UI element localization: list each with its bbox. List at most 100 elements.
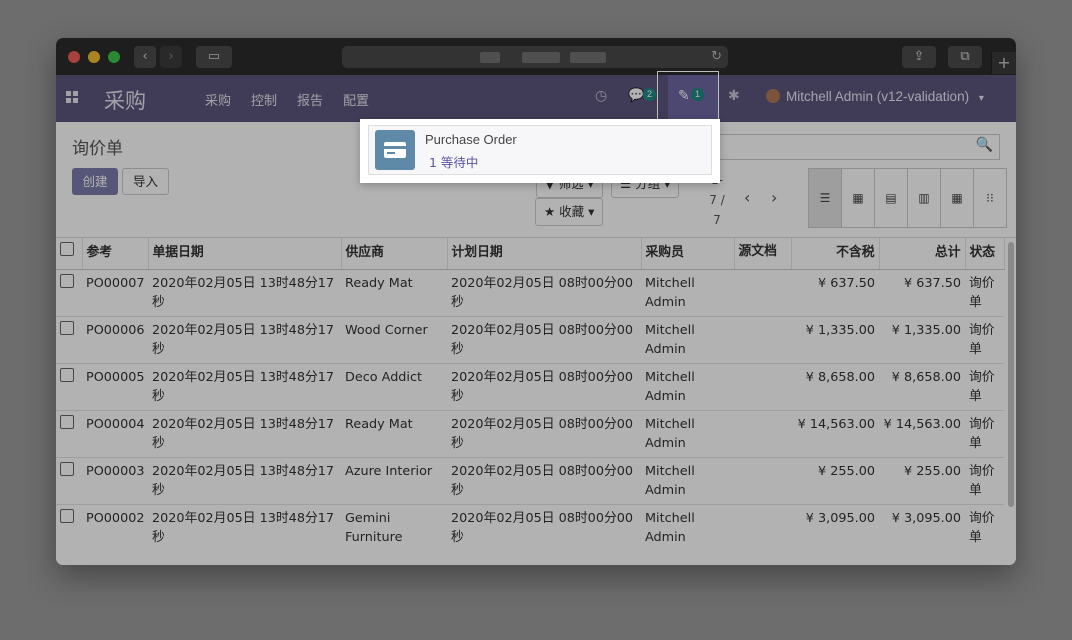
source-document-cell (734, 410, 791, 458)
import-button[interactable]: 导入 (122, 168, 169, 195)
total-cell: ¥ 1,335.00 (879, 316, 965, 364)
column-header[interactable]: 状态 (965, 238, 1005, 270)
scrollbar[interactable] (1008, 242, 1014, 507)
table-row[interactable]: PO00005 2020年02月05日 13时48分17秒 Deco Addict 2… (56, 363, 1004, 411)
row-checkbox[interactable] (56, 316, 82, 364)
source-document-cell (734, 316, 791, 364)
column-header[interactable]: 不含税 (791, 238, 880, 270)
menu-control[interactable]: 控制 (251, 90, 277, 109)
tabs-overview-icon[interactable]: ⧉ (948, 46, 982, 68)
search-icon[interactable]: 🔍 (976, 137, 993, 153)
pivot-view-icon[interactable]: ▤ (875, 169, 908, 227)
select-all-checkbox[interactable] (56, 238, 83, 270)
status-cell: 询价单 (965, 316, 1004, 364)
blurred-url (570, 52, 606, 63)
zoom-window-button[interactable] (108, 51, 120, 63)
kanban-view-icon[interactable]: ▦ (842, 169, 875, 227)
untaxed-amount-cell: ¥ 14,563.00 (791, 410, 879, 458)
vendor-cell: Ready Mat (341, 410, 447, 458)
buyer-cell: Mitchell Admin (641, 363, 734, 411)
table-row[interactable]: PO00004 2020年02月05日 13时48分17秒 Ready Mat 202… (56, 410, 1004, 458)
column-header[interactable]: 参考 (82, 238, 149, 270)
main-content: 询价单 创建 导入 🔍 ▼ 筛选 ▾ ☰ 分组 ▾ ★ 收藏 ▾ 1- 7 / … (56, 122, 1016, 565)
apps-menu-icon[interactable] (66, 91, 80, 105)
column-header[interactable]: 采购员 (641, 238, 735, 270)
caret-down-icon: ▾ (978, 93, 984, 104)
row-checkbox[interactable] (56, 504, 82, 551)
buyer-cell: Mitchell Admin (641, 457, 734, 505)
order-date-cell: 2020年02月05日 13时48分17秒 (148, 504, 341, 551)
search-input[interactable]: 🔍 (700, 134, 1000, 160)
order-date-cell: 2020年02月05日 13时48分17秒 (148, 410, 341, 458)
untaxed-amount-cell: ¥ 255.00 (791, 457, 879, 505)
column-header[interactable]: 供应商 (341, 238, 448, 270)
menu-configuration[interactable]: 配置 (343, 90, 369, 109)
share-icon[interactable]: ⇪ (902, 46, 936, 68)
reload-icon[interactable]: ↻ (711, 46, 722, 68)
top-navbar: 采购 采购 控制 报告 配置 ◷ 💬 2 ✎ 1 ✱ Mitchell Admi… (56, 75, 1016, 122)
scheduled-date-cell: 2020年02月05日 08时00分00秒 (447, 504, 641, 551)
vendor-cell: Azure Interior (341, 457, 447, 505)
forward-icon[interactable]: › (160, 46, 182, 68)
activity-item-name: Purchase Order (425, 132, 517, 147)
create-button[interactable]: 创建 (72, 168, 118, 195)
user-name: Mitchell Admin (v12-validation) (786, 89, 970, 104)
calendar-view-icon[interactable]: ▦ (941, 169, 974, 227)
app-brand[interactable]: 采购 (104, 85, 146, 115)
source-document-cell (734, 363, 791, 411)
pager-next-icon[interactable]: › (771, 188, 777, 207)
chat-icon[interactable]: 💬 (628, 87, 644, 103)
total-cell: ¥ 8,658.00 (879, 363, 965, 411)
list-view-icon[interactable]: ☰ (809, 169, 842, 227)
pager-previous-icon[interactable]: ‹ (744, 188, 750, 207)
clock-icon[interactable]: ◷ (595, 87, 607, 104)
order-date-cell: 2020年02月05日 13时48分17秒 (148, 269, 341, 317)
column-header[interactable]: 总计 (879, 238, 966, 270)
rfq-list-table: 参考 单据日期 供应商 计划日期 采购员 源文档 不含税 总计 状态 PO000… (56, 238, 1005, 551)
user-menu[interactable]: Mitchell Admin (v12-validation) ▾ (766, 89, 984, 104)
graph-view-icon[interactable]: ▥ (908, 169, 941, 227)
buyer-cell: Mitchell Admin (641, 269, 734, 317)
new-tab-icon[interactable]: + (991, 52, 1016, 74)
minimize-window-button[interactable] (88, 51, 100, 63)
row-checkbox[interactable] (56, 269, 82, 317)
avatar (766, 89, 780, 103)
reference-cell: PO00007 (82, 269, 148, 317)
scheduled-date-cell: 2020年02月05日 08时00分00秒 (447, 316, 641, 364)
close-window-button[interactable] (68, 51, 80, 63)
source-document-cell (734, 269, 791, 317)
table-row[interactable]: PO00007 2020年02月05日 13时48分17秒 Ready Mat 202… (56, 269, 1004, 317)
activity-view-icon[interactable]: ⁝⁝ (974, 169, 1006, 227)
column-header[interactable]: 单据日期 (148, 238, 342, 270)
untaxed-amount-cell: ¥ 1,335.00 (791, 316, 879, 364)
menu-purchase[interactable]: 采购 (205, 90, 231, 109)
table-row[interactable]: PO00002 2020年02月05日 13时48分17秒 Gemini Furni… (56, 504, 1004, 551)
table-row[interactable]: PO00006 2020年02月05日 13时48分17秒 Wood Corner 2… (56, 316, 1004, 364)
row-checkbox[interactable] (56, 457, 82, 505)
table-row[interactable]: PO00003 2020年02月05日 13时48分17秒 Azure Interi… (56, 457, 1004, 505)
untaxed-amount-cell: ¥ 637.50 (791, 269, 879, 317)
untaxed-amount-cell: ¥ 3,095.00 (791, 504, 879, 551)
column-header[interactable]: 源文档 (734, 238, 792, 270)
browser-window: ‹ › ▭ ↻ ⇪ ⧉ + 采购 采购 控制 报告 配置 ◷ 💬 2 ✎ 1 ✱… (56, 38, 1016, 565)
vendor-cell: Ready Mat (341, 269, 447, 317)
untaxed-amount-cell: ¥ 8,658.00 (791, 363, 879, 411)
row-checkbox[interactable] (56, 363, 82, 411)
debug-bug-icon[interactable]: ✱ (728, 87, 740, 104)
menu-reporting[interactable]: 报告 (297, 90, 323, 109)
page-title: 询价单 (72, 139, 123, 159)
messages-count-badge: 2 (643, 88, 657, 101)
total-cell: ¥ 637.50 (879, 269, 965, 317)
scheduled-date-cell: 2020年02月05日 08时00分00秒 (447, 457, 641, 505)
total-cell: ¥ 3,095.00 (879, 504, 965, 551)
status-cell: 询价单 (965, 363, 1004, 411)
favorites-button[interactable]: ★ 收藏 ▾ (535, 198, 604, 226)
column-header[interactable]: 计划日期 (447, 238, 642, 270)
row-checkbox[interactable] (56, 410, 82, 458)
pending-count-link[interactable]: 1 等待中 (429, 152, 478, 171)
address-bar[interactable]: ↻ (342, 46, 728, 68)
back-icon[interactable]: ‹ (134, 46, 156, 68)
reference-cell: PO00004 (82, 410, 148, 458)
activity-item-purchase-order[interactable]: Purchase Order 1 等待中 (368, 125, 712, 175)
sidebar-toggle-icon[interactable]: ▭ (196, 46, 232, 68)
